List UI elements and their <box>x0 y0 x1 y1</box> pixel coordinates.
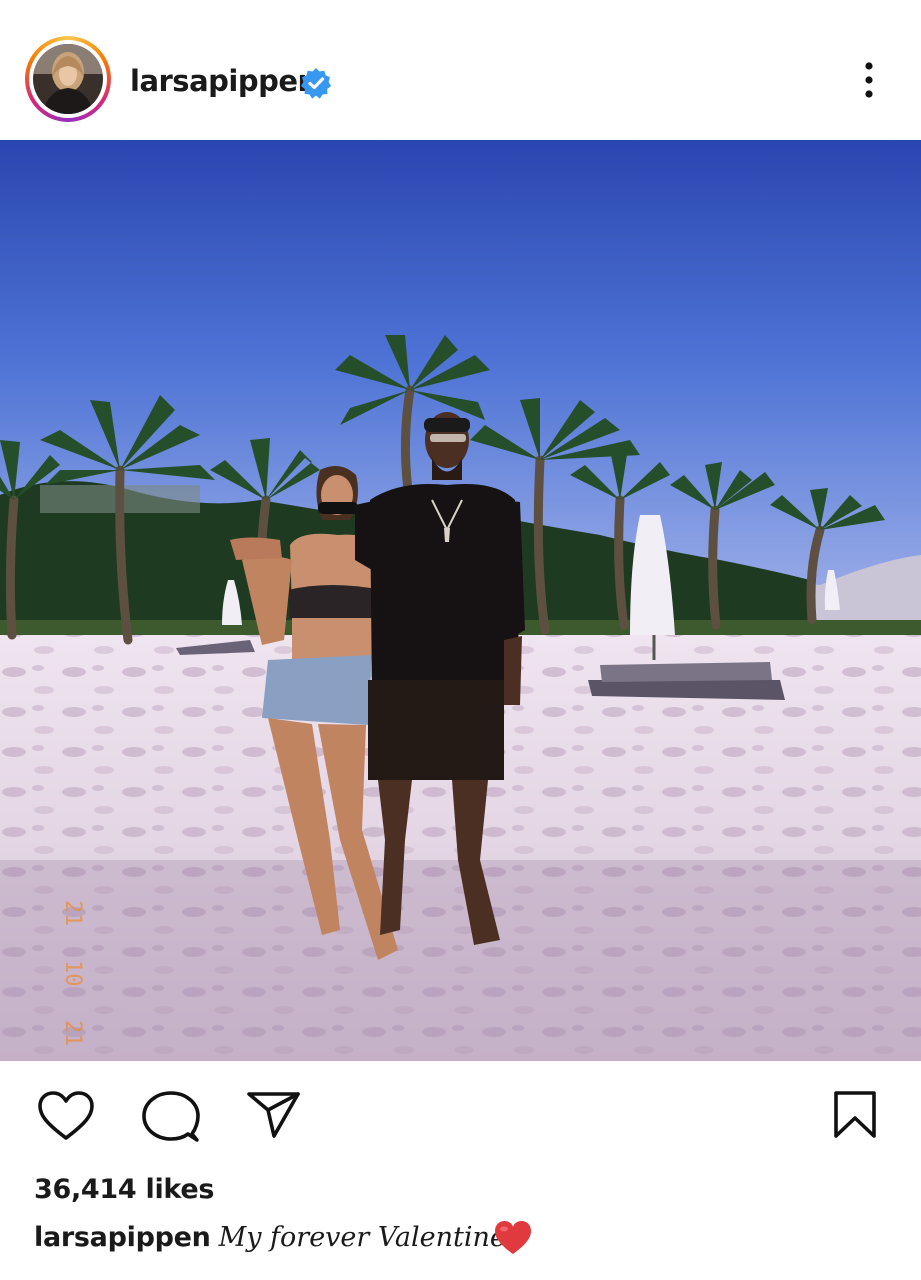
more-options-icon[interactable] <box>852 58 886 102</box>
caption-text: My forever Valentine <box>218 1222 506 1253</box>
svg-text:21: 21 <box>60 900 85 927</box>
share-icon[interactable] <box>246 1090 302 1140</box>
verified-badge-icon <box>301 68 331 99</box>
red-heart-emoji <box>495 1221 531 1254</box>
comment-icon[interactable] <box>142 1090 200 1146</box>
bookmark-icon[interactable] <box>832 1090 878 1140</box>
svg-text:10: 10 <box>60 960 85 987</box>
svg-text:21: 21 <box>60 1020 85 1047</box>
post-photo[interactable]: 21 10 21 <box>0 140 921 1061</box>
beach-photo: 21 10 21 <box>0 140 921 1061</box>
story-ring[interactable] <box>25 36 111 122</box>
avatar[interactable] <box>33 44 103 114</box>
caption-username[interactable]: larsapippen <box>34 1222 211 1253</box>
caption: larsapippen My forever Valentine <box>34 1222 506 1253</box>
username[interactable]: larsapippen <box>130 64 318 98</box>
heart-icon[interactable] <box>36 1090 96 1144</box>
likes-count[interactable]: 36,414 likes <box>34 1174 214 1205</box>
post-header: larsapippen <box>0 0 921 140</box>
